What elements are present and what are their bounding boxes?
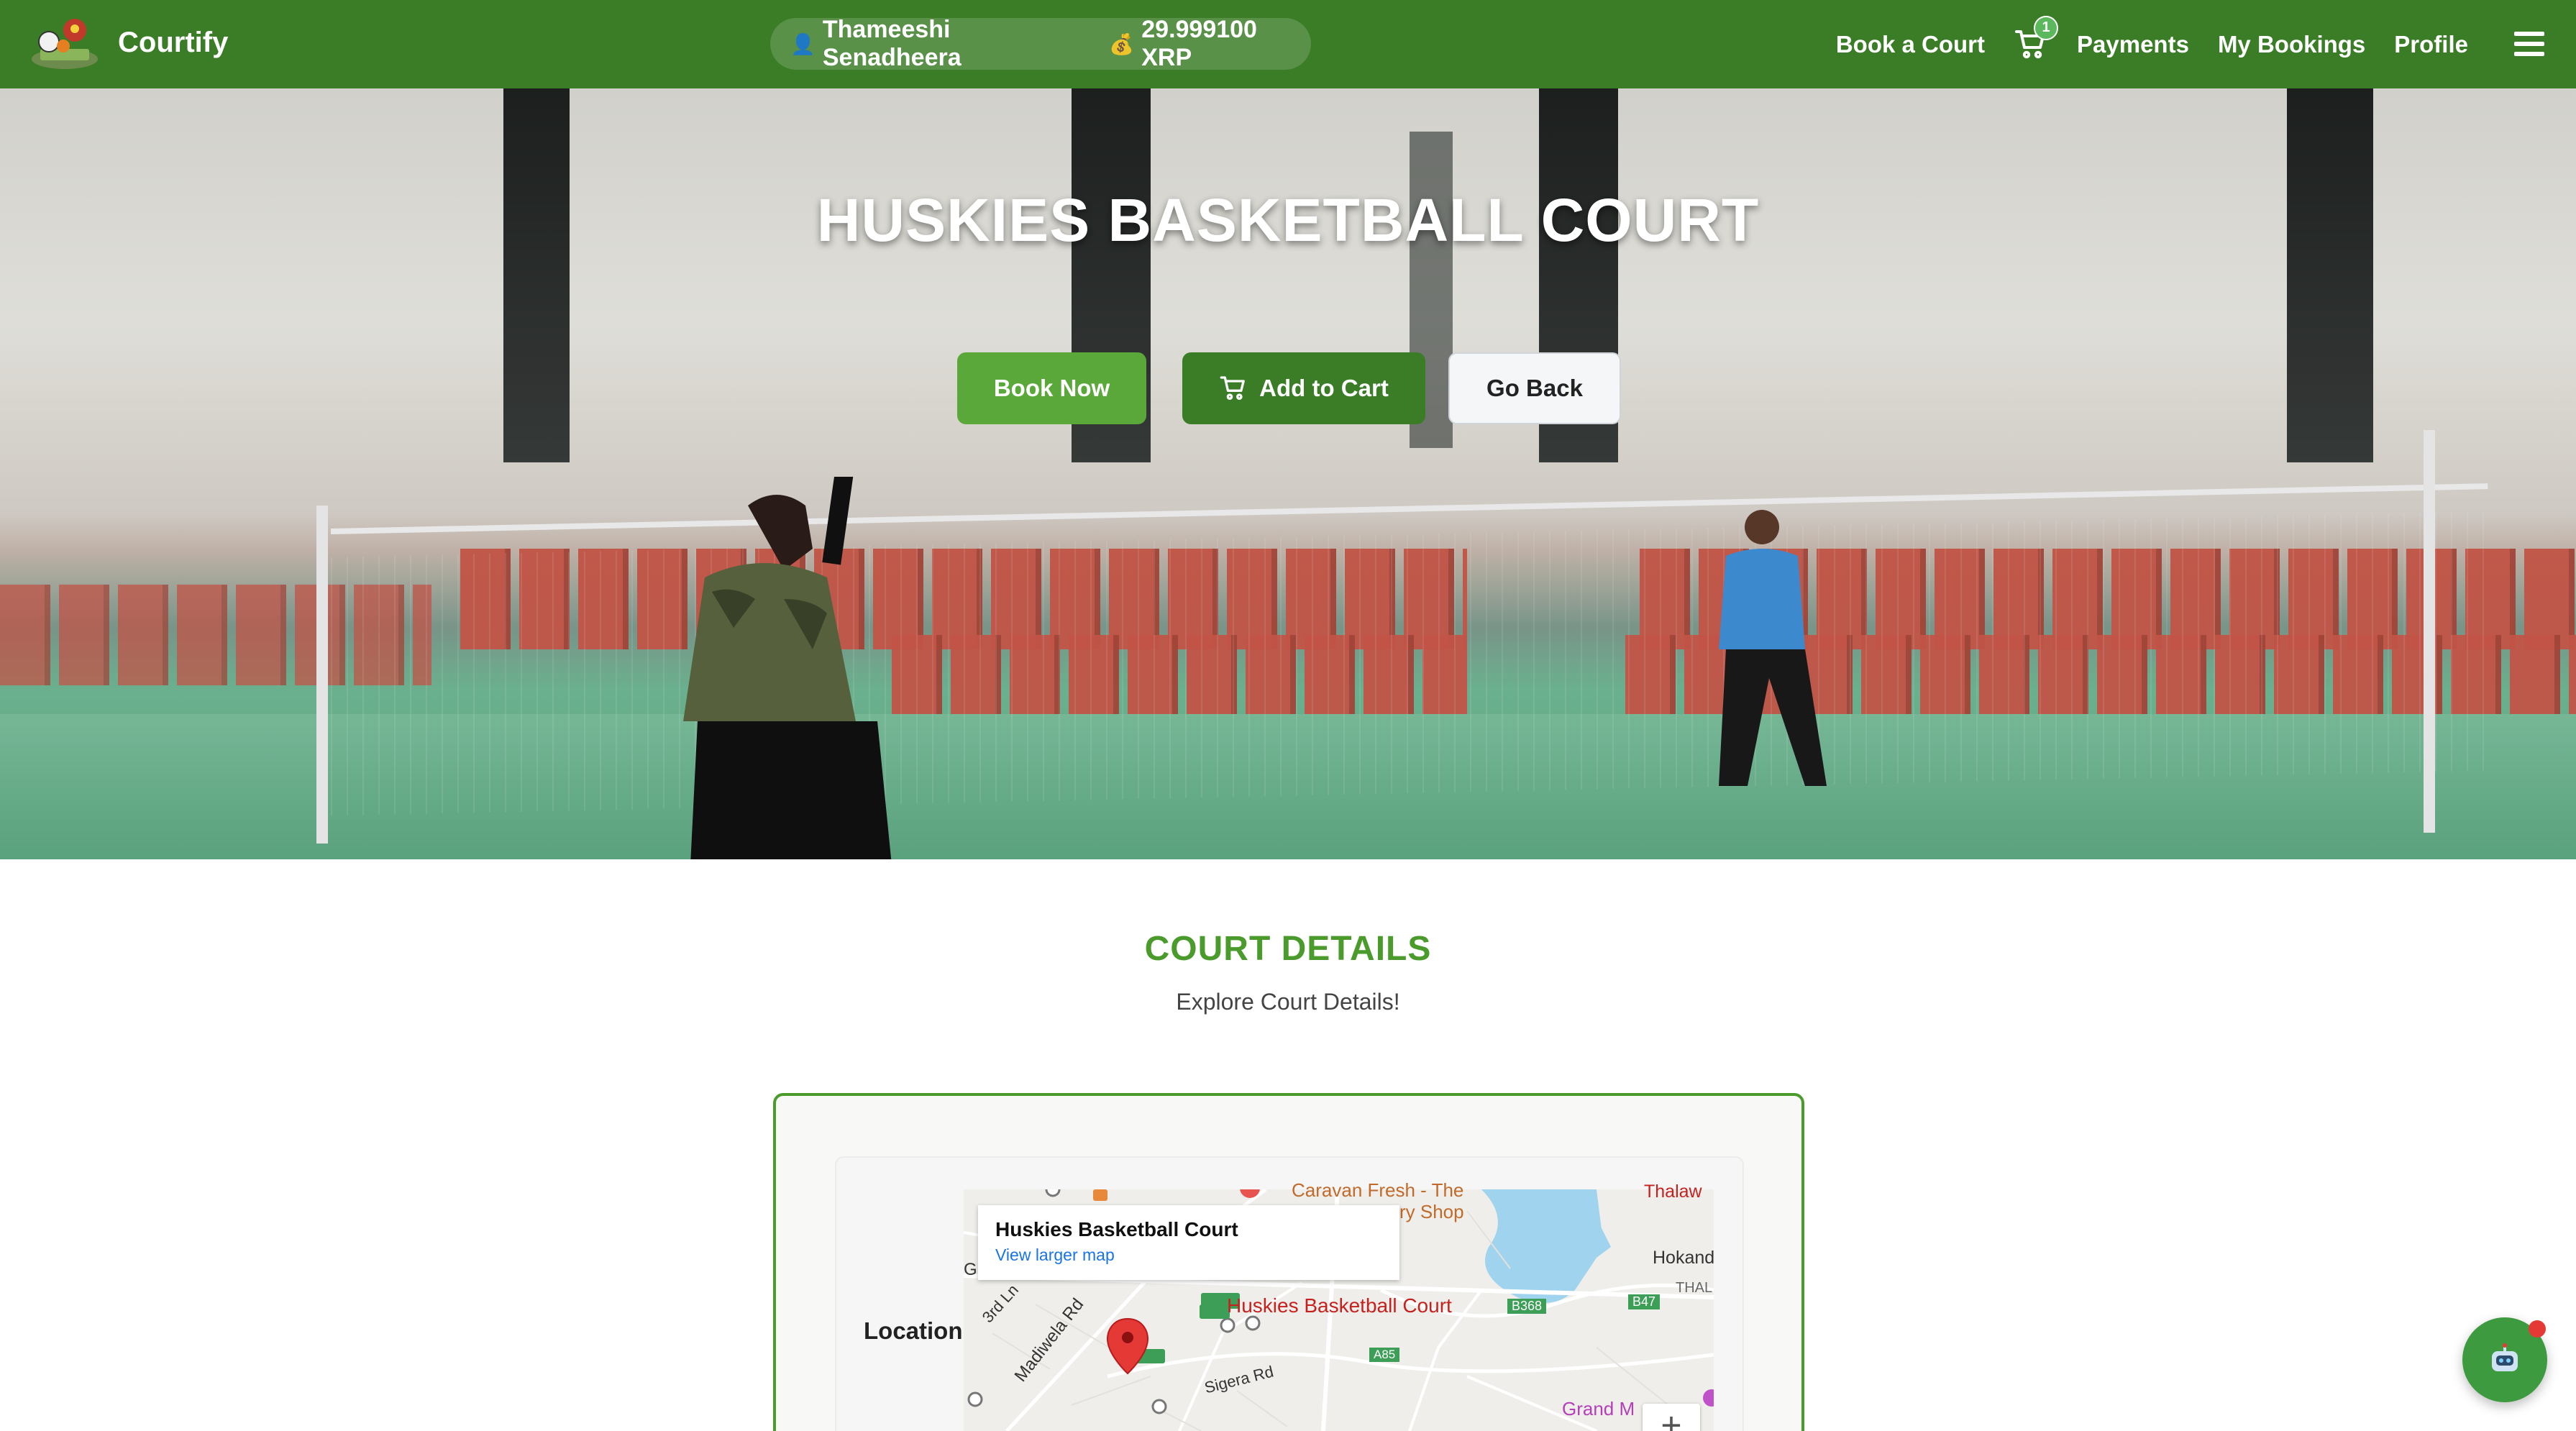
map-label: B47 (1628, 1294, 1661, 1309)
section-title: COURT DETAILS (1144, 930, 1432, 968)
navbar: Courtify 👤 Thameeshi Senadheera 💰 29.999… (0, 0, 2576, 88)
add-to-cart-button[interactable]: Add to Cart (1182, 352, 1425, 424)
section-subtitle: Explore Court Details! (1176, 989, 1400, 1015)
map-label: Caravan Fresh - The (1292, 1179, 1464, 1201)
map-label: Grand M (1562, 1398, 1635, 1419)
map-zoom-in-button[interactable]: + (1643, 1404, 1700, 1431)
user-icon: 👤 (790, 32, 816, 55)
view-larger-map-link[interactable]: View larger map (995, 1245, 1382, 1265)
map-label: Thalaw (1644, 1181, 1702, 1202)
map-info-popup: Huskies Basketball Court View larger map (978, 1205, 1399, 1280)
location-label: Location: (864, 1317, 971, 1344)
cart-count-badge: 1 (2034, 15, 2059, 40)
map-label: B368 (1507, 1299, 1547, 1314)
brand[interactable]: Courtify (27, 12, 228, 73)
chatbot-button[interactable] (2462, 1317, 2547, 1402)
nav-book-court[interactable]: Book a Court (1836, 31, 1985, 58)
nav-profile[interactable]: Profile (2394, 31, 2468, 58)
map-place-label: Huskies Basketball Court (1227, 1294, 1452, 1317)
courtify-logo-icon (27, 12, 102, 73)
map-label: ry Shop (1399, 1201, 1464, 1222)
hero-banner: HUSKIES BASKETBALL COURT Book Now Add to… (0, 88, 2576, 859)
wallet-info: 👤 Thameeshi Senadheera 💰 29.999100 XRP (770, 16, 1311, 71)
robot-icon (2492, 1343, 2518, 1371)
map-label: THAL (1676, 1280, 1713, 1296)
map-label: A85 (1369, 1348, 1400, 1362)
cart-button[interactable]: 1 (2014, 15, 2059, 62)
cart-icon (1220, 376, 1246, 400)
nav-links: Book a Court 1 Payments My Bookings Prof… (1807, 0, 2468, 88)
user-name: Thameeshi Senadheera (822, 16, 962, 71)
map-label: G (964, 1260, 977, 1279)
notification-dot (2529, 1320, 2546, 1338)
court-title: HUSKIES BASKETBALL COURT (816, 186, 1760, 254)
nav-my-bookings[interactable]: My Bookings (2218, 31, 2365, 58)
book-now-button[interactable]: Book Now (957, 352, 1146, 424)
nav-payments[interactable]: Payments (2077, 31, 2189, 58)
go-back-button[interactable]: Go Back (1448, 352, 1621, 424)
hamburger-icon[interactable] (2514, 32, 2544, 56)
money-bag-icon: 💰 (1109, 32, 1135, 55)
brand-name: Courtify (118, 26, 229, 58)
add-to-cart-label: Add to Cart (1259, 375, 1389, 401)
map-popup-title: Huskies Basketball Court (995, 1218, 1238, 1240)
wallet-balance: 29.999100 XRP (1141, 16, 1257, 71)
map-label: Hokand (1653, 1248, 1715, 1268)
